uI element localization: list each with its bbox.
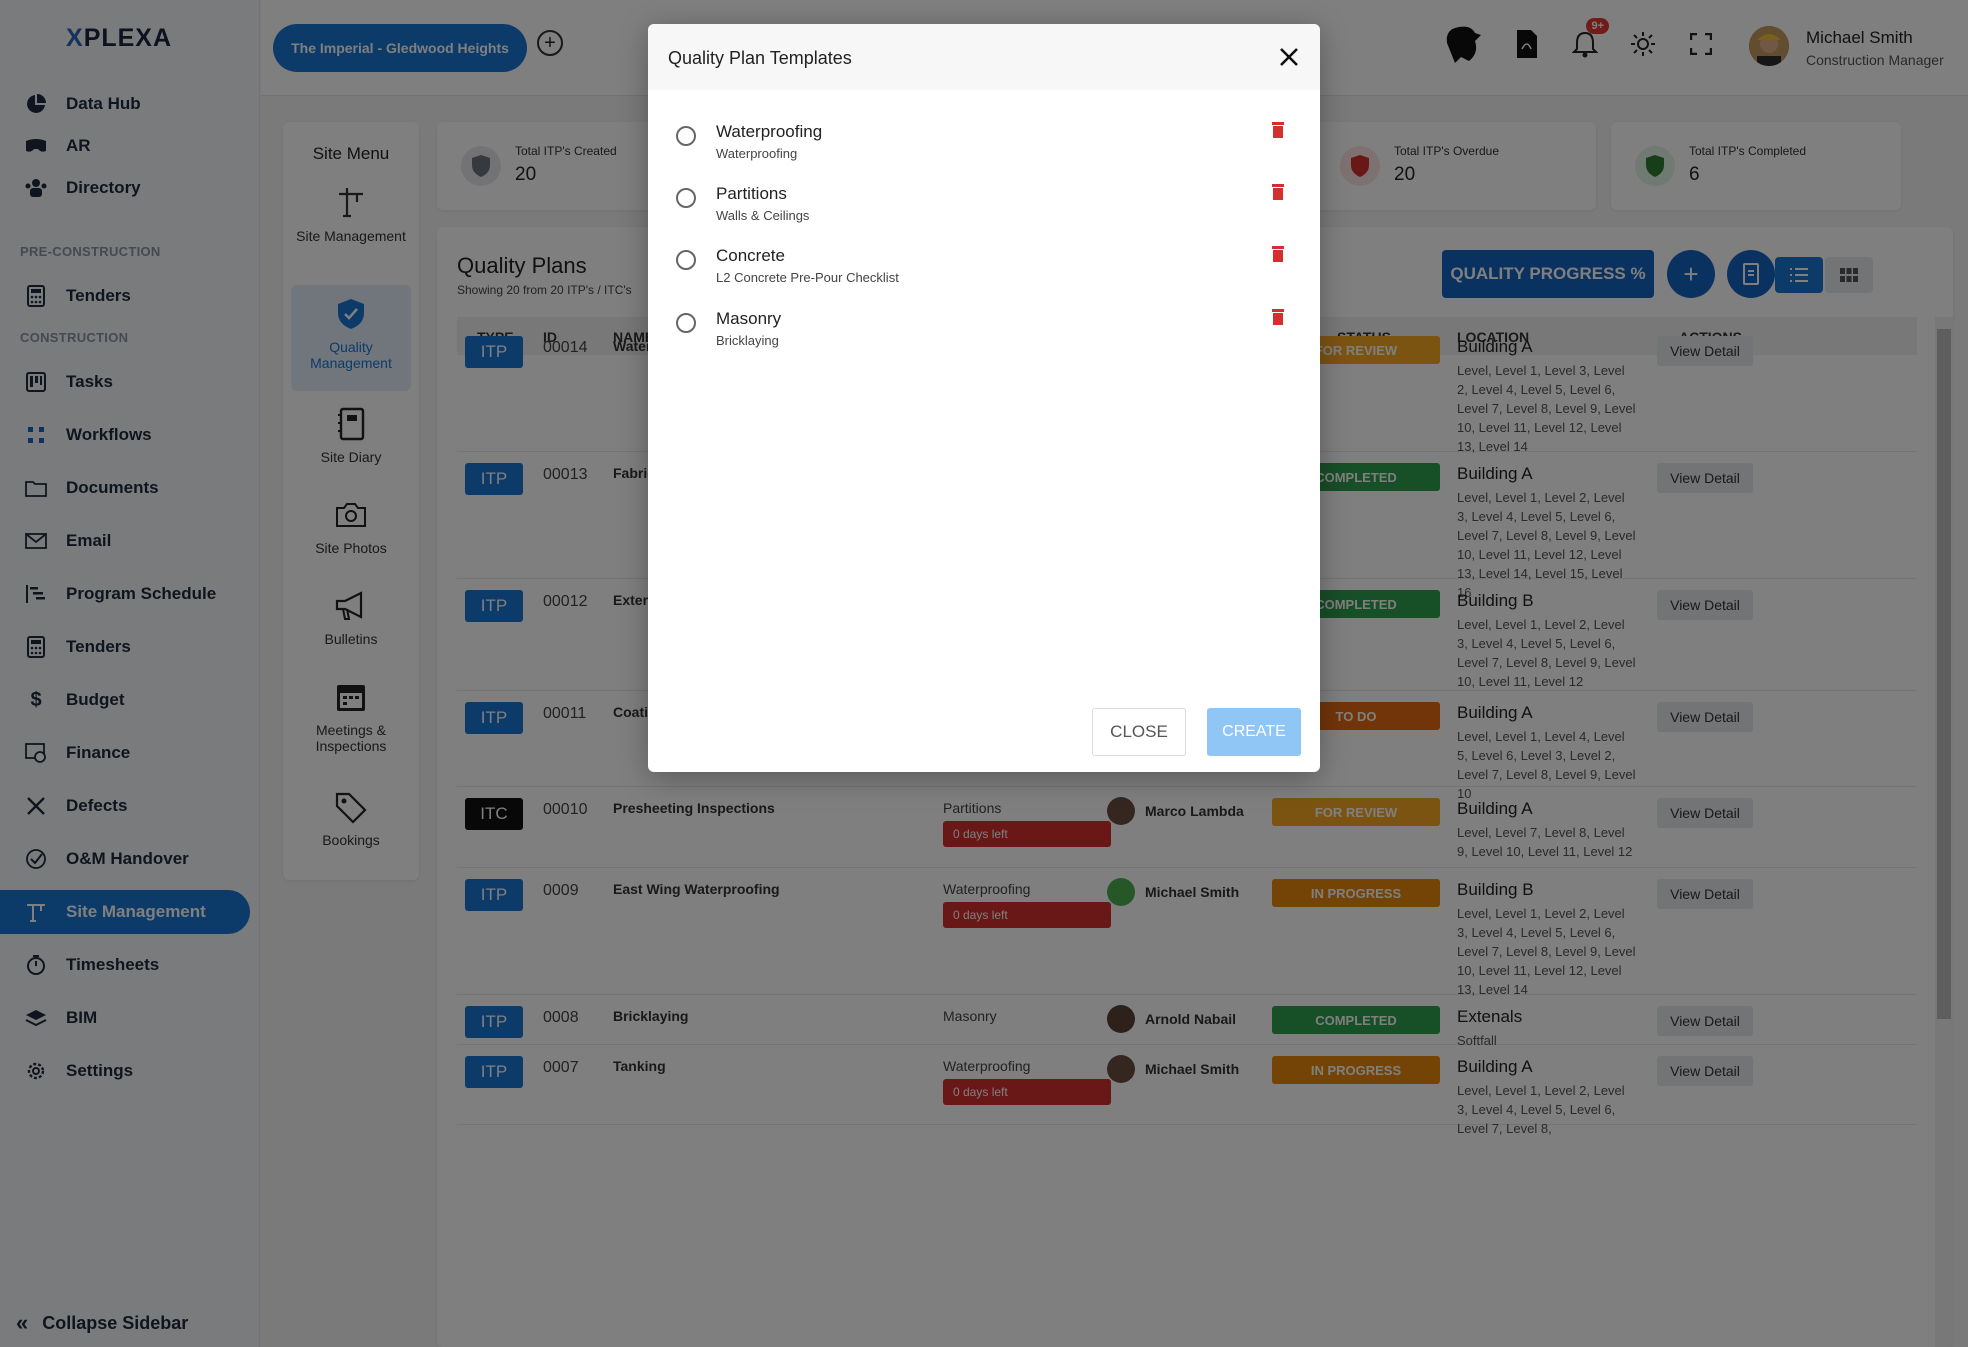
- delete-icon[interactable]: [1270, 244, 1286, 264]
- template-title: Waterproofing: [716, 122, 823, 141]
- template-subtitle: Waterproofing: [716, 146, 798, 161]
- quality-plan-templates-dialog: Quality Plan Templates Waterproofing Wat…: [648, 24, 1320, 772]
- template-option-masonry[interactable]: Masonry Bricklaying: [672, 307, 1292, 361]
- template-option-partitions[interactable]: Partitions Walls & Ceilings: [672, 182, 1292, 236]
- template-subtitle: Bricklaying: [716, 333, 779, 348]
- delete-icon[interactable]: [1270, 120, 1286, 140]
- radio-button[interactable]: [676, 313, 696, 333]
- dialog-title: Quality Plan Templates: [668, 48, 852, 68]
- dialog-header: Quality Plan Templates: [648, 24, 1320, 90]
- radio-button[interactable]: [676, 250, 696, 270]
- template-option-waterproofing[interactable]: Waterproofing Waterproofing: [672, 120, 1292, 174]
- close-icon[interactable]: [1276, 44, 1302, 70]
- template-title: Partitions: [716, 184, 787, 203]
- delete-icon[interactable]: [1270, 307, 1286, 327]
- create-button[interactable]: CREATE: [1207, 708, 1301, 756]
- radio-button[interactable]: [676, 188, 696, 208]
- template-title: Concrete: [716, 246, 785, 265]
- template-option-concrete[interactable]: Concrete L2 Concrete Pre-Pour Checklist: [672, 244, 1292, 298]
- template-subtitle: Walls & Ceilings: [716, 208, 810, 223]
- template-subtitle: L2 Concrete Pre-Pour Checklist: [716, 270, 899, 285]
- radio-button[interactable]: [676, 126, 696, 146]
- delete-icon[interactable]: [1270, 182, 1286, 202]
- template-title: Masonry: [716, 309, 782, 328]
- close-button[interactable]: CLOSE: [1092, 708, 1186, 756]
